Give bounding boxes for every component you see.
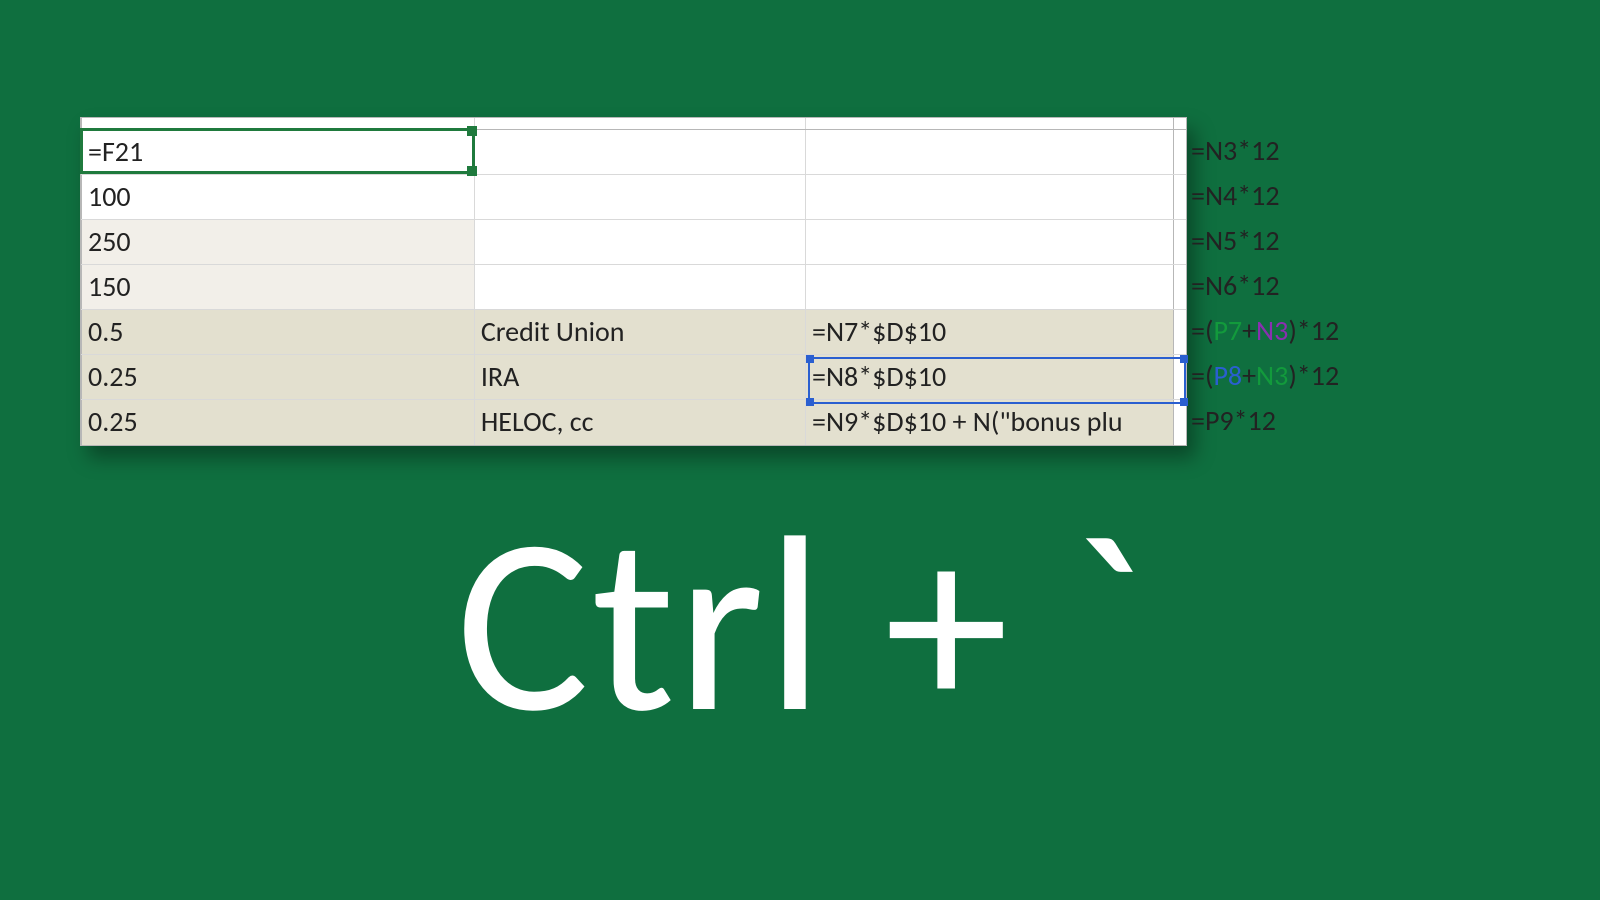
keyboard-shortcut-label: Ctrl + ` [0,500,1600,750]
cell[interactable] [474,265,805,309]
cell-ref: P8 [1213,358,1242,393]
header-cell [1173,118,1186,129]
cell[interactable]: 100 [81,175,474,219]
row-header-sliver [81,118,1186,130]
cell[interactable]: =N4*12 [1185,174,1505,219]
formula-text: + [1242,358,1256,393]
grid-row: 250 [81,220,1186,265]
cell[interactable]: 0.25 [81,400,474,445]
formula-text: =( [1191,358,1213,393]
header-cell [474,118,805,129]
cell[interactable]: =N9*$D$10 + N("bonus plu [805,400,1173,445]
cell[interactable] [474,220,805,264]
cell[interactable]: HELOC, cc [474,400,805,445]
cell[interactable]: 0.25 [81,355,474,399]
cell[interactable]: =F21 [81,130,474,174]
grid-row: 0.25 IRA =N8*$D$10 [81,355,1186,400]
grid-row: 150 [81,265,1186,310]
cell[interactable]: =(P8+N3)*12 [1185,354,1505,399]
cell[interactable]: =P9*12 [1185,399,1505,444]
cell-ref: P7 [1213,313,1242,348]
cell[interactable] [805,265,1173,309]
grid-row: 0.25 HELOC, cc =N9*$D$10 + N("bonus plu [81,400,1186,445]
cell[interactable]: 150 [81,265,474,309]
cell[interactable]: Credit Union [474,310,805,354]
formula-text: )*12 [1288,313,1339,348]
cell[interactable]: 250 [81,220,474,264]
cell[interactable] [805,220,1173,264]
cell[interactable]: =N6*12 [1185,264,1505,309]
formula-text: =( [1191,313,1213,348]
grid-row: 0.5 Credit Union =N7*$D$10 [81,310,1186,355]
overflow-column: =N3*12 =N4*12 =N5*12 =N6*12 =(P7+N3)*12 … [1185,129,1505,444]
cell[interactable]: =N8*$D$10 [805,355,1173,399]
cell[interactable]: =N5*12 [1185,219,1505,264]
cell-ref: N3 [1256,358,1288,393]
cell[interactable]: =N7*$D$10 [805,310,1173,354]
header-cell [805,118,1173,129]
grid-row: =F21 [81,130,1186,175]
cell[interactable] [474,175,805,219]
cell[interactable]: =N3*12 [1185,129,1505,174]
cell-ref: N3 [1256,313,1288,348]
formula-text: + [1242,313,1256,348]
cell[interactable] [474,130,805,174]
header-cell [81,118,474,129]
cell[interactable] [805,175,1173,219]
cell[interactable] [805,130,1173,174]
spreadsheet-grid[interactable]: =F21 100 250 150 0.5 Credit Union =N7*$D… [80,117,1187,446]
cell[interactable]: IRA [474,355,805,399]
grid-row: 100 [81,175,1186,220]
cell[interactable]: =(P7+N3)*12 [1185,309,1505,354]
cell[interactable]: 0.5 [81,310,474,354]
formula-text: )*12 [1288,358,1339,393]
